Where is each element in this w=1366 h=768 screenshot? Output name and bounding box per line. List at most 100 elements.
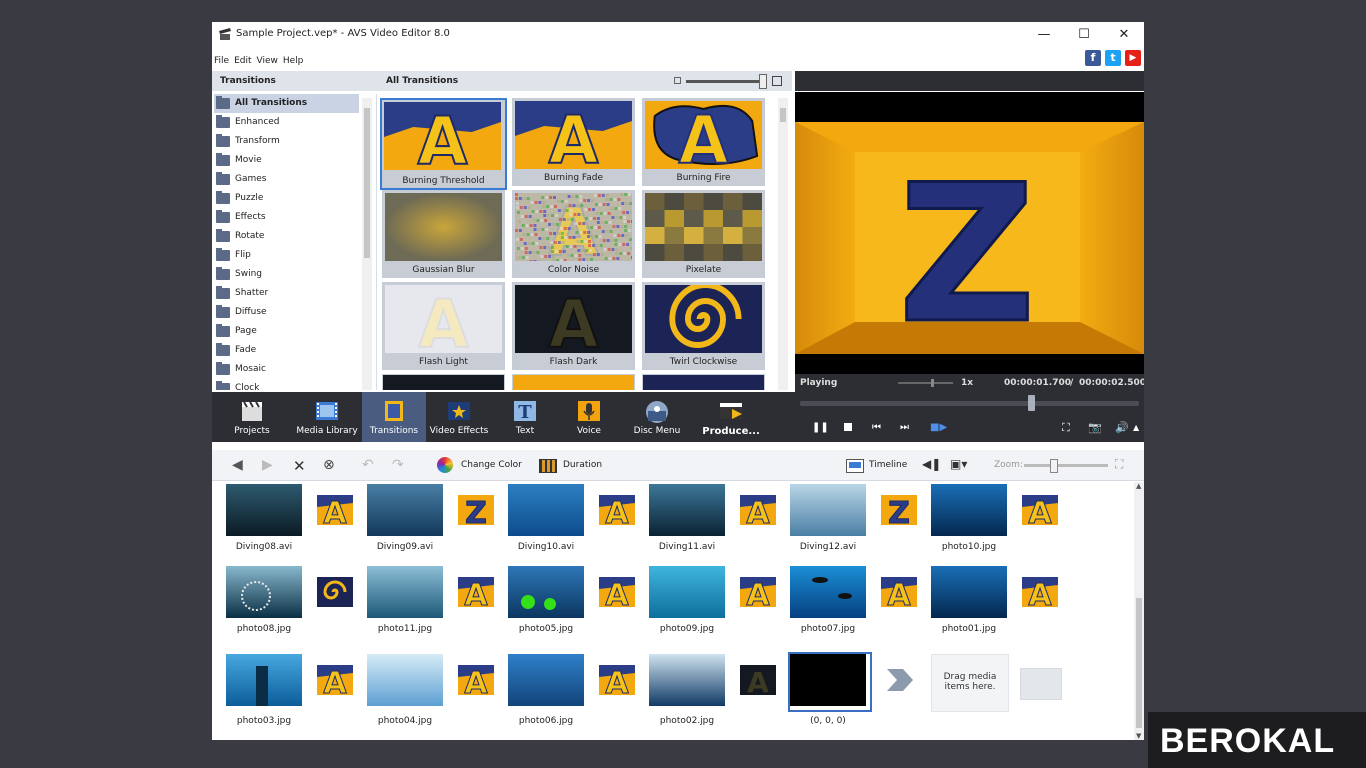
category-scrollbar[interactable] bbox=[362, 98, 372, 390]
storyboard-clip[interactable] bbox=[790, 654, 866, 706]
transition-tile-color-noise[interactable]: A Color Noise bbox=[512, 190, 635, 278]
storyboard-clip[interactable] bbox=[649, 484, 725, 536]
storyboard-transition[interactable]: A bbox=[317, 665, 353, 695]
storyboard-clip[interactable] bbox=[508, 654, 584, 706]
undo-icon[interactable]: ↶ bbox=[362, 457, 378, 473]
storyboard-transition[interactable]: A bbox=[599, 577, 635, 607]
transition-tile-partial[interactable] bbox=[512, 374, 635, 390]
transition-tile-flash-dark[interactable]: A Flash Dark bbox=[512, 282, 635, 370]
storyboard-transition[interactable]: A bbox=[740, 577, 776, 607]
transition-tile-burning-threshold[interactable]: A Burning Threshold bbox=[380, 98, 507, 190]
zoom-fit-icon[interactable]: ⛶ bbox=[1115, 457, 1131, 473]
seek-handle[interactable] bbox=[1027, 395, 1035, 411]
prev-frame-icon[interactable]: ⏮ bbox=[872, 422, 881, 433]
minimize-button[interactable]: — bbox=[1024, 22, 1064, 46]
text-button[interactable]: T Text bbox=[492, 392, 558, 442]
storyboard-clip[interactable] bbox=[226, 566, 302, 618]
zoom-handle[interactable] bbox=[1050, 459, 1059, 473]
category-transform[interactable]: Transform bbox=[214, 132, 359, 151]
category-diffuse[interactable]: Diffuse bbox=[214, 303, 359, 322]
projects-button[interactable]: Projects bbox=[222, 392, 282, 442]
voice-button[interactable]: Voice bbox=[558, 392, 620, 442]
speed-slider[interactable] bbox=[898, 382, 953, 384]
storyboard-transition[interactable]: A bbox=[740, 665, 776, 695]
video-preview[interactable]: Z bbox=[795, 92, 1144, 374]
transition-tile-gaussian-blur[interactable]: Gaussian Blur bbox=[382, 190, 505, 278]
aspect-ratio-icon[interactable]: ▣▾ bbox=[950, 457, 967, 473]
timeline-button[interactable]: Timeline bbox=[869, 460, 907, 470]
thumb-size-slider[interactable] bbox=[686, 80, 764, 83]
category-puzzle[interactable]: Puzzle bbox=[214, 189, 359, 208]
twitter-icon[interactable]: t bbox=[1105, 50, 1121, 66]
category-mosaic[interactable]: Mosaic bbox=[214, 360, 359, 379]
transition-tile-burning-fire[interactable]: A Burning Fire bbox=[642, 98, 765, 186]
close-button[interactable]: ✕ bbox=[1104, 22, 1144, 46]
storyboard-transition[interactable]: A bbox=[317, 495, 353, 525]
transition-tile-twirl-clockwise[interactable]: Twirl Clockwise bbox=[642, 282, 765, 370]
drop-zone[interactable]: Drag media items here. bbox=[931, 654, 1009, 712]
youtube-icon[interactable]: ▶ bbox=[1125, 50, 1141, 66]
thumb-size-handle[interactable] bbox=[759, 74, 767, 89]
storyboard-transition[interactable]: A bbox=[1022, 495, 1058, 525]
menu-edit[interactable]: Edit bbox=[234, 51, 251, 71]
category-swing[interactable]: Swing bbox=[214, 265, 359, 284]
forward-icon[interactable]: ▶ bbox=[262, 457, 278, 473]
storyboard-clip[interactable] bbox=[790, 566, 866, 618]
next-frame-icon[interactable]: ⏭ bbox=[900, 422, 909, 433]
storyboard-clip[interactable] bbox=[931, 566, 1007, 618]
storyboard-transition[interactable]: A bbox=[599, 665, 635, 695]
category-fade[interactable]: Fade bbox=[214, 341, 359, 360]
storyboard-scrollbar[interactable]: ▲ ▼ bbox=[1134, 482, 1144, 740]
transition-tile-burning-fade[interactable]: A Burning Fade bbox=[512, 98, 635, 186]
storyboard-transition[interactable] bbox=[317, 577, 353, 607]
disc-menu-button[interactable]: Disc Menu bbox=[622, 392, 692, 442]
storyboard-clip[interactable] bbox=[508, 566, 584, 618]
transition-tile-flash-light[interactable]: A Flash Light bbox=[382, 282, 505, 370]
storyboard-clip[interactable] bbox=[367, 484, 443, 536]
storyboard-clip[interactable] bbox=[649, 654, 725, 706]
storyboard-clip[interactable] bbox=[508, 484, 584, 536]
storyboard-clip[interactable] bbox=[226, 654, 302, 706]
menu-file[interactable]: File bbox=[214, 51, 229, 71]
storyboard-clip[interactable] bbox=[931, 484, 1007, 536]
category-movie[interactable]: Movie bbox=[214, 151, 359, 170]
transition-tile-partial[interactable] bbox=[642, 374, 765, 390]
change-color-button[interactable]: Change Color bbox=[461, 460, 522, 470]
storyboard-transition[interactable]: Z bbox=[881, 495, 917, 525]
storyboard-clip[interactable] bbox=[367, 566, 443, 618]
volume-up-icon[interactable]: ▲ bbox=[1133, 423, 1139, 432]
storyboard-transition[interactable]: A bbox=[458, 577, 494, 607]
stop-icon[interactable] bbox=[844, 423, 852, 431]
audio-mixer-icon[interactable]: ◀❚ bbox=[922, 457, 941, 473]
category-flip[interactable]: Flip bbox=[214, 246, 359, 265]
storyboard-clip[interactable] bbox=[367, 654, 443, 706]
redo-icon[interactable]: ↷ bbox=[392, 457, 408, 473]
category-effects[interactable]: Effects bbox=[214, 208, 359, 227]
remove-all-icon[interactable]: ⊗ bbox=[323, 457, 339, 473]
transition-scrollbar[interactable] bbox=[778, 98, 788, 390]
media-library-button[interactable]: Media Library bbox=[292, 392, 362, 442]
camera-icon[interactable]: 📷 bbox=[1088, 421, 1102, 434]
category-shatter[interactable]: Shatter bbox=[214, 284, 359, 303]
storyboard-clip[interactable] bbox=[790, 484, 866, 536]
category-all-transitions[interactable]: All Transitions bbox=[214, 94, 359, 113]
category-rotate[interactable]: Rotate bbox=[214, 227, 359, 246]
pause-icon[interactable]: ❚❚ bbox=[812, 422, 829, 433]
delete-icon[interactable]: ✕ bbox=[293, 457, 309, 475]
category-clock[interactable]: Clock bbox=[214, 379, 359, 390]
category-games[interactable]: Games bbox=[214, 170, 359, 189]
volume-icon[interactable]: 🔊 bbox=[1115, 421, 1129, 434]
timeline-icon[interactable] bbox=[846, 459, 864, 473]
storyboard-transition[interactable] bbox=[881, 665, 917, 695]
transition-tile-pixelate[interactable]: Pixelate bbox=[642, 190, 765, 278]
duration-button[interactable]: Duration bbox=[563, 460, 602, 470]
menu-view[interactable]: View bbox=[257, 51, 278, 71]
zoom-slider[interactable] bbox=[1024, 464, 1108, 467]
category-enhanced[interactable]: Enhanced bbox=[214, 113, 359, 132]
storyboard-clip[interactable] bbox=[649, 566, 725, 618]
facebook-icon[interactable]: f bbox=[1085, 50, 1101, 66]
maximize-button[interactable]: ☐ bbox=[1064, 22, 1104, 46]
snapshot-frame-icon[interactable]: ⛶ bbox=[1062, 421, 1070, 435]
storyboard-transition[interactable]: A bbox=[740, 495, 776, 525]
speed-handle[interactable] bbox=[931, 379, 934, 387]
